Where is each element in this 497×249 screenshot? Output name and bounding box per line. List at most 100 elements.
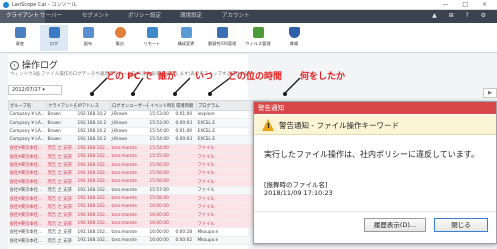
table-cell: 16:00:00 [148, 227, 175, 237]
pane-scroll-button[interactable]: ▶ [483, 88, 497, 98]
tool-summary[interactable]: 集計 [106, 25, 134, 51]
close-button[interactable]: 閉じる [434, 218, 488, 232]
table-cell: 会社¥東京本社... [8, 144, 47, 153]
annotation-dot [90, 92, 94, 96]
table-cell: 15:53:00 [148, 118, 175, 128]
window-controls[interactable]: — □ × [442, 0, 493, 10]
annotation-what: 何をしたか [300, 72, 346, 82]
table-row[interactable]: 会社¥東京本社... 茂吉 之 支部 192.168.102... taro.moro… [8, 227, 269, 237]
history-button[interactable]: 履歴表示(D)... [364, 218, 426, 232]
table-row[interactable]: 会社¥東京本社... 茂吉 之 支部 192.168.102... taro.moro… [8, 202, 269, 212]
table-row[interactable]: 会社¥東京本社... 茂吉 之 支部 192.168.102... taro.moro… [8, 236, 269, 246]
tool-config-change[interactable]: 構成変更 [172, 25, 200, 51]
table-cell [174, 152, 197, 162]
table-cell: 192.168.102... [76, 152, 111, 162]
table-cell: Brown [46, 118, 77, 128]
chevron-down-icon: ▾ [42, 87, 45, 93]
tool-log[interactable]: ログ [40, 25, 68, 51]
table-cell: 192.168.102... [76, 236, 111, 246]
date-picker[interactable]: 2012/07/27 ▾ [8, 85, 62, 95]
menu-item-server[interactable]: サーバー [40, 10, 62, 23]
annotation-dot [131, 92, 135, 96]
log-icon [48, 27, 60, 38]
table-cell: 15:57:00 [148, 186, 175, 195]
back-arrow-icon[interactable]: ‹ [10, 61, 19, 70]
table-row[interactable]: Company ¥ LA... Brown 192.168.10.2 J-Brown 1… [8, 110, 269, 120]
col-header-group[interactable]: グループ名 [8, 100, 47, 111]
table-cell: 16:00:00 [148, 236, 175, 246]
table-row[interactable]: 会社¥東京本社... 茂吉 之 支部 192.168.102... taro.moro… [8, 194, 269, 204]
table-cell: 茂吉 之 支部 [46, 144, 77, 153]
col-header-client[interactable]: クライアント名 [46, 100, 77, 111]
tool-remote[interactable]: リモート [138, 25, 166, 51]
table-cell [174, 177, 197, 187]
table-row[interactable]: 会社¥東京本社... 茂吉 之 支部 192.168.102... taro.moro… [8, 219, 269, 229]
remote-icon [146, 27, 158, 38]
tool-virus[interactable]: ウィルス管理 [244, 25, 272, 51]
table-cell: 茂吉 之 支部 [46, 169, 77, 179]
menubar-right-icons[interactable]: ▲ ⊞ ? ⚙ [432, 12, 491, 19]
table-cell: 15:54:00 [148, 135, 175, 145]
table-row[interactable]: 会社¥東京本社... 茂吉 之 支部 192.168.102... taro.moro… [8, 177, 269, 187]
table-cell: taro.morote [110, 169, 149, 179]
table-cell: taro.morote [110, 236, 149, 246]
col-header-ip[interactable]: IPアドレス [76, 100, 111, 111]
menu-item-client[interactable]: クライアント [0, 10, 45, 23]
dialog-detail-time: 2018/11/09 17:10:23 [264, 189, 333, 197]
table-cell: taro.morote [110, 211, 149, 221]
table-row[interactable]: 会社¥東京本社... 茂吉 之 支部 192.168.102... taro.moro… [8, 169, 269, 179]
annotation-dot [208, 92, 212, 96]
table-cell: J-Brown [110, 110, 149, 120]
table-row[interactable]: Company ¥ LA... Brown 192.168.10.2 J-Brown 1… [8, 135, 269, 145]
table-cell: 192.168.102... [76, 219, 111, 229]
date-value: 2012/07/27 [12, 87, 41, 93]
tool-label: 構成変更 [177, 41, 195, 46]
table-cell: taro.morote [110, 152, 149, 162]
menu-bar: クライアント サーバー セグメント ポリシー設定 環境設定 アカウント ▲ ⊞ … [0, 10, 497, 23]
menu-item-account[interactable]: アカウント [222, 10, 250, 23]
distribute-icon [82, 27, 94, 38]
table-cell: 192.168.102... [76, 169, 111, 179]
table-row[interactable]: 会社¥東京本社... 茂吉 之 支部 192.168.102... taro.moro… [8, 211, 269, 221]
table-row[interactable]: Company ¥ LA... Brown 192.168.10.2 J-Brown 1… [8, 127, 269, 137]
tool-threat[interactable]: 脅威 [280, 25, 308, 51]
table-cell [174, 219, 197, 229]
table-row[interactable]: Company ¥ LA... Brown 192.168.10.2 J-Brown 1… [8, 118, 269, 128]
tool-distribute[interactable]: 配布 [74, 25, 102, 51]
table-cell: 会社¥東京本社... [8, 194, 47, 204]
tool-label: ウィルス管理 [245, 41, 271, 46]
table-cell: Brown [46, 110, 77, 120]
table-cell: 192.168.102... [76, 227, 111, 237]
table-cell: 0:00:03 [174, 118, 197, 128]
warning-dialog: 警告通知 ! 警告通知 - ファイル操作キーワード 実行したファイル操作は、社内… [253, 101, 497, 244]
table-cell [174, 160, 197, 170]
tool-label: ログ [49, 41, 59, 46]
table-row[interactable]: 会社¥東京本社... 茂吉 之 支部 192.168.102... taro.moro… [8, 144, 269, 153]
table-row[interactable]: 会社¥東京本社... 茂吉 之 支部 192.168.102... taro.moro… [8, 152, 269, 162]
menu-item-segment[interactable]: セグメント [82, 10, 110, 23]
col-header-user[interactable]: ログオンユーザー名 [110, 100, 149, 111]
menu-item-environment[interactable]: 環境設定 [180, 10, 202, 23]
table-row[interactable]: 会社¥東京本社... 茂吉 之 支部 192.168.102... taro.moro… [8, 160, 269, 170]
table-cell: 15:54:00 [148, 144, 175, 153]
table-row[interactable]: 会社¥東京本社... 茂吉 之 支部 192.168.102... taro.moro… [8, 186, 269, 195]
table-cell: 16:00:00 [148, 202, 175, 212]
dialog-detail-label: [振舞時のファイル名] [264, 181, 328, 189]
col-header-event-time[interactable]: イベント時刻 [148, 100, 175, 111]
table-cell: 15:58:00 [148, 194, 175, 204]
tool-assets[interactable]: 資産 [6, 25, 34, 51]
table-cell: 茂吉 之 支部 [46, 211, 77, 221]
monitor-icon [14, 27, 26, 38]
table-cell [174, 144, 197, 153]
table-cell: 0:00:02 [174, 236, 197, 246]
title-bar: LanScope Cat - コンソール — □ × [0, 0, 497, 10]
table-cell: 192.168.10.2 [76, 110, 111, 120]
table-cell: 15:56:00 [148, 177, 175, 187]
table-cell: 会社¥東京本社... [8, 177, 47, 187]
menu-item-policy[interactable]: ポリシー設定 [128, 10, 161, 23]
table-cell: 会社¥東京本社... [8, 227, 47, 237]
col-header-duration[interactable]: 環境時間 [174, 100, 197, 111]
tool-vulnerability[interactable]: 脆弱性/OS管理 [208, 25, 236, 51]
annotation-which-pc: どの PC で [106, 72, 153, 82]
page-title-text: 操作ログ [22, 61, 59, 71]
